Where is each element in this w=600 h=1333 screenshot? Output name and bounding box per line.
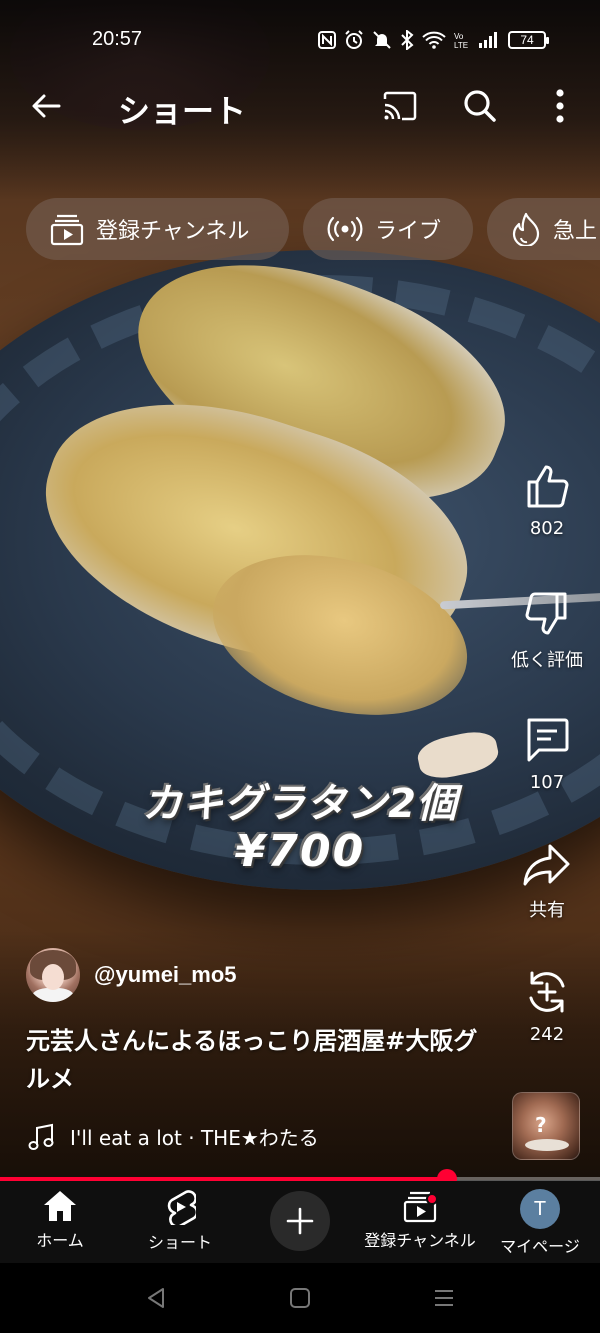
battery-indicator: 74 — [508, 31, 549, 49]
trending-icon — [512, 212, 540, 246]
remix-count: 242 — [529, 1024, 565, 1045]
system-navigation-bar — [0, 1263, 600, 1333]
shorts-icon — [167, 1190, 196, 1225]
search-icon — [464, 90, 496, 122]
live-icon — [327, 216, 363, 242]
thumbs-up-icon — [527, 465, 569, 508]
channel-handle[interactable]: @yumei_mo5 — [94, 962, 237, 988]
nav-subscriptions[interactable]: 登録チャンネル — [360, 1189, 480, 1251]
sound-thumbnail[interactable]: ? — [512, 1092, 580, 1160]
channel-avatar[interactable] — [26, 948, 80, 1002]
chip-trending[interactable]: 急上 — [487, 198, 600, 260]
wifi-icon — [422, 30, 446, 50]
nav-shorts-label: ショート — [147, 1233, 212, 1252]
home-icon — [44, 1191, 76, 1221]
video-description[interactable]: 元芸人さんによるほっこり居酒屋#大阪グルメ — [26, 1022, 486, 1098]
nfc-icon — [318, 30, 336, 50]
comment-icon — [527, 718, 569, 762]
mute-icon — [372, 30, 392, 50]
alarm-icon — [344, 30, 364, 50]
plus-icon — [286, 1207, 314, 1235]
chip-subscriptions[interactable]: 登録チャンネル — [26, 198, 289, 260]
chip-label: 登録チャンネル — [96, 219, 250, 244]
page-title: ショート — [118, 92, 247, 130]
channel-row[interactable]: @yumei_mo5 — [26, 948, 237, 1002]
search-button[interactable] — [456, 82, 504, 130]
svg-text:LTE: LTE — [454, 41, 468, 50]
nav-home-label: ホーム — [36, 1231, 84, 1250]
subscriptions-icon — [50, 214, 84, 246]
comment-count: 107 — [529, 772, 565, 793]
volte-icon: Vo LTE — [454, 30, 470, 50]
video-caption-overlay: カキグラタン2個 ¥700 — [95, 782, 505, 876]
remix-button[interactable]: 242 — [508, 968, 586, 1045]
status-time: 20:57 — [92, 28, 143, 50]
music-title: I'll eat a lot · THE★わたる — [70, 1126, 319, 1150]
signal-icon — [478, 30, 500, 50]
share-button[interactable]: 共有 — [508, 842, 586, 922]
system-recents-button[interactable] — [424, 1283, 464, 1313]
like-count: 802 — [529, 518, 565, 539]
new-content-badge — [426, 1193, 438, 1205]
more-options-button[interactable] — [536, 82, 584, 130]
arrow-left-icon — [32, 94, 61, 118]
app-bar: ショート — [0, 80, 600, 136]
nav-create[interactable] — [240, 1191, 360, 1251]
music-note-icon — [28, 1123, 54, 1150]
triangle-back-icon — [148, 1288, 164, 1308]
system-home-button[interactable] — [280, 1283, 320, 1313]
video-caption-line1: カキグラタン2個 — [142, 781, 458, 827]
cast-icon — [383, 91, 417, 121]
chip-label: ライブ — [375, 219, 442, 244]
dislike-label: 低く評価 — [511, 650, 583, 671]
bottom-navigation: ホーム ショート 登録チャンネル T マイページ — [0, 1181, 600, 1263]
filter-chips: 登録チャンネル ライブ 急上 — [26, 198, 600, 260]
video-caption-line2: ¥700 — [234, 825, 366, 877]
system-back-button[interactable] — [136, 1283, 176, 1313]
more-vert-icon — [556, 89, 564, 123]
back-button[interactable] — [22, 82, 70, 130]
dislike-button[interactable]: 低く評価 — [508, 590, 586, 672]
svg-text:Vo: Vo — [454, 32, 464, 41]
square-home-icon — [290, 1288, 310, 1308]
share-label: 共有 — [529, 900, 565, 921]
user-avatar: T — [520, 1189, 560, 1229]
status-icons: Vo LTE 74 — [318, 30, 549, 50]
nav-subscriptions-label: 登録チャンネル — [364, 1231, 476, 1250]
nav-my-page-label: マイページ — [500, 1237, 580, 1256]
status-bar: 20:57 Vo LTE 74 — [0, 22, 600, 58]
thumbs-down-icon — [525, 592, 567, 635]
chip-live[interactable]: ライブ — [303, 198, 473, 260]
nav-home[interactable]: ホーム — [0, 1189, 120, 1251]
chip-label: 急上 — [553, 219, 598, 244]
bluetooth-icon — [400, 30, 414, 50]
menu-lines-icon — [435, 1290, 453, 1306]
music-row[interactable]: I'll eat a lot · THE★わたる — [28, 1122, 319, 1151]
remix-icon — [529, 971, 565, 1013]
nav-my-page[interactable]: T マイページ — [480, 1189, 600, 1257]
nav-shorts[interactable]: ショート — [120, 1189, 240, 1253]
like-button[interactable]: 802 — [508, 462, 586, 539]
share-arrow-icon — [523, 844, 570, 886]
comments-button[interactable]: 107 — [508, 716, 586, 793]
create-button[interactable] — [270, 1191, 330, 1251]
cast-button[interactable] — [376, 82, 424, 130]
